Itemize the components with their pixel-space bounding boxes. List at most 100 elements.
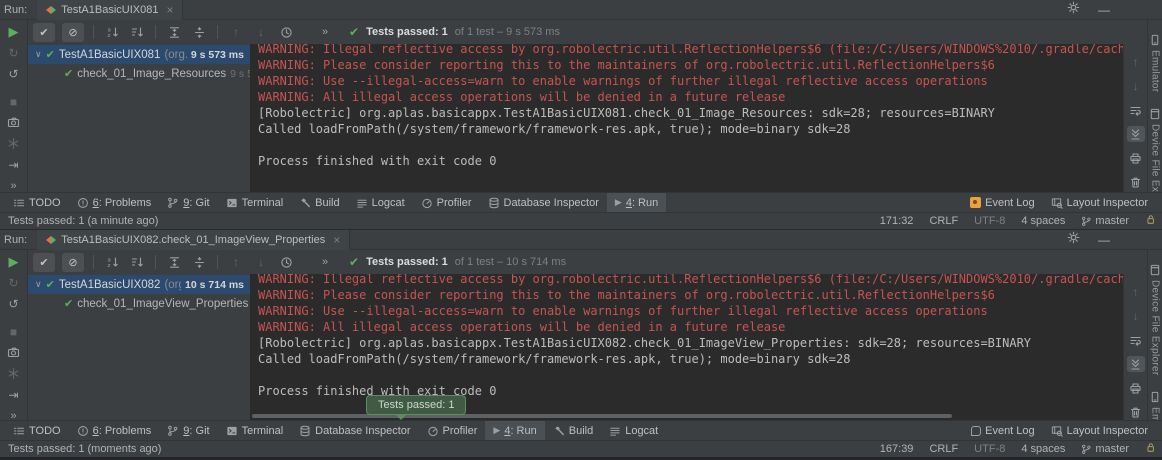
- print-icon[interactable]: [1127, 380, 1145, 396]
- stop-icon[interactable]: ■: [10, 95, 17, 109]
- tool-window-button-git[interactable]: 9: Git: [159, 193, 217, 213]
- tool-window-button-problems[interactable]: 6: Problems: [69, 421, 160, 441]
- tool-window-button-database-inspector[interactable]: Database Inspector: [291, 421, 418, 441]
- tool-window-button-run[interactable]: ▶4: Run: [607, 193, 666, 213]
- file-encoding[interactable]: UTF-8: [974, 215, 1005, 227]
- tool-window-button-logcat[interactable]: Logcat: [348, 193, 413, 213]
- readonly-lock-icon[interactable]: [1145, 442, 1156, 456]
- gear-icon[interactable]: [1067, 231, 1080, 249]
- up-stack-trace-icon[interactable]: ↑: [1127, 54, 1145, 70]
- gear-icon[interactable]: [1067, 1, 1080, 19]
- toolbar-more-icon[interactable]: »: [316, 23, 334, 41]
- collapse-all-icon[interactable]: [190, 253, 208, 271]
- import-test-results-icon[interactable]: ⇥: [8, 388, 18, 402]
- sort-alphabetically-icon[interactable]: az: [103, 253, 121, 271]
- sort-alphabetically-icon[interactable]: az: [103, 23, 121, 41]
- screenshot-icon[interactable]: [7, 116, 20, 130]
- test-tree-child-row[interactable]: ✔ check_01_Image_Resources 9 s 573 ms: [28, 64, 250, 83]
- up-stack-trace-icon[interactable]: ↑: [1127, 284, 1145, 300]
- git-branch-widget[interactable]: master: [1081, 215, 1129, 227]
- tool-window-button-database-inspector[interactable]: Database Inspector: [480, 193, 607, 213]
- toggle-auto-test-icon[interactable]: ↺: [8, 67, 18, 81]
- caret-position[interactable]: 171:32: [880, 215, 914, 227]
- status-message[interactable]: Tests passed: 1 (moments ago): [8, 443, 161, 455]
- test-tree-child-row[interactable]: ✔ check_01_ImageView_Properties 10 s 714…: [28, 294, 250, 313]
- layout-inspector-button[interactable]: Layout Inspector: [1043, 421, 1156, 441]
- event-log-button[interactable]: Event Log: [962, 193, 1043, 213]
- collapse-all-icon[interactable]: [190, 23, 208, 41]
- screenshot-icon[interactable]: [7, 346, 20, 360]
- event-log-button[interactable]: Event Log: [963, 421, 1043, 441]
- tool-window-button-todo[interactable]: TODO: [5, 193, 69, 213]
- rerun-tests-icon[interactable]: ▶: [9, 25, 19, 39]
- next-occurrence-icon[interactable]: ↓: [252, 253, 270, 271]
- run-tab[interactable]: TestA1BasicUIX081 ×: [37, 0, 183, 20]
- show-passed-icon[interactable]: ✔: [33, 23, 55, 42]
- chevron-down-icon[interactable]: ∨: [35, 279, 42, 290]
- stop-icon[interactable]: ■: [10, 325, 17, 339]
- down-stack-trace-icon[interactable]: ↓: [1127, 78, 1145, 94]
- show-ignored-icon[interactable]: ⊘: [62, 253, 84, 272]
- line-separator[interactable]: CRLF: [929, 215, 958, 227]
- print-icon[interactable]: [1127, 150, 1145, 166]
- tool-window-button-run[interactable]: ▶4: Run: [485, 421, 544, 441]
- layout-inspector-button[interactable]: Layout Inspector: [1043, 193, 1156, 213]
- previous-occurrence-icon[interactable]: ↑: [227, 23, 245, 41]
- caret-position[interactable]: 167:39: [880, 443, 914, 455]
- indent-setting[interactable]: 4 spaces: [1021, 215, 1065, 227]
- test-history-icon[interactable]: [277, 23, 295, 41]
- soft-wrap-icon[interactable]: [1127, 332, 1145, 348]
- tool-window-button-problems[interactable]: 6: Problems: [69, 193, 160, 213]
- scroll-to-end-icon[interactable]: [1127, 126, 1145, 142]
- expand-all-icon[interactable]: [165, 253, 183, 271]
- toolbar-more-icon[interactable]: »: [316, 253, 334, 271]
- import-test-results-icon[interactable]: ⇥: [8, 158, 18, 172]
- tool-window-button-git[interactable]: 9: Git: [159, 421, 217, 441]
- clear-console-icon[interactable]: [1127, 404, 1145, 420]
- indent-setting[interactable]: 4 spaces: [1021, 443, 1065, 455]
- tool-window-button-todo[interactable]: TODO: [5, 421, 69, 441]
- scroll-to-end-icon[interactable]: [1127, 356, 1145, 372]
- tool-window-button-logcat[interactable]: Logcat: [601, 421, 666, 441]
- chevron-down-icon[interactable]: ∨: [35, 49, 42, 60]
- hide-icon[interactable]: —: [1098, 3, 1110, 17]
- tool-window-button-build[interactable]: Build: [545, 421, 601, 441]
- soft-wrap-icon[interactable]: [1127, 102, 1145, 118]
- line-separator[interactable]: CRLF: [929, 443, 958, 455]
- clear-console-icon[interactable]: [1127, 174, 1145, 190]
- test-history-icon[interactable]: [277, 253, 295, 271]
- show-passed-icon[interactable]: ✔: [33, 253, 55, 272]
- git-branch-widget[interactable]: master: [1081, 443, 1129, 455]
- tool-window-button-device-file-explorer[interactable]: Device File Explorer: [1149, 264, 1161, 375]
- horizontal-scrollbar[interactable]: [252, 414, 952, 418]
- expand-all-icon[interactable]: [165, 23, 183, 41]
- down-stack-trace-icon[interactable]: ↓: [1127, 308, 1145, 324]
- tool-window-button-profiler[interactable]: Profiler: [419, 421, 486, 441]
- sort-by-duration-icon[interactable]: [128, 253, 146, 271]
- rerun-failed-tests-icon[interactable]: ↻: [8, 46, 18, 60]
- readonly-lock-icon[interactable]: [1145, 214, 1156, 228]
- hide-icon[interactable]: —: [1098, 233, 1110, 247]
- tool-window-button-terminal[interactable]: Terminal: [218, 193, 292, 213]
- tab-close-icon[interactable]: ×: [333, 233, 340, 247]
- rerun-tests-icon[interactable]: ▶: [9, 255, 19, 269]
- tool-window-button-build[interactable]: Build: [291, 193, 347, 213]
- file-encoding[interactable]: UTF-8: [974, 443, 1005, 455]
- more-options-icon[interactable]: »: [10, 179, 16, 193]
- show-ignored-icon[interactable]: ⊘: [62, 23, 84, 42]
- tool-window-button-profiler[interactable]: Profiler: [413, 193, 480, 213]
- profile-tests-icon[interactable]: [7, 137, 20, 151]
- sort-by-duration-icon[interactable]: [128, 23, 146, 41]
- run-tab[interactable]: TestA1BasicUIX082.check_01_ImageView_Pro…: [37, 230, 350, 250]
- test-tree-root-row[interactable]: ∨ ✔ TestA1BasicUIX081 (org.aplas.basicap…: [28, 45, 250, 64]
- toggle-auto-test-icon[interactable]: ↺: [8, 297, 18, 311]
- profile-tests-icon[interactable]: [7, 367, 20, 381]
- test-tree-root-row[interactable]: ∨ ✔ TestA1BasicUIX082 (org.aplas.basica …: [28, 275, 250, 294]
- status-message[interactable]: Tests passed: 1 (a minute ago): [8, 215, 158, 227]
- tab-close-icon[interactable]: ×: [166, 3, 173, 17]
- tool-window-button-terminal[interactable]: Terminal: [218, 421, 292, 441]
- previous-occurrence-icon[interactable]: ↑: [227, 253, 245, 271]
- tool-window-button-emulator[interactable]: Emulator: [1149, 34, 1161, 92]
- next-occurrence-icon[interactable]: ↓: [252, 23, 270, 41]
- rerun-failed-tests-icon[interactable]: ↻: [8, 276, 18, 290]
